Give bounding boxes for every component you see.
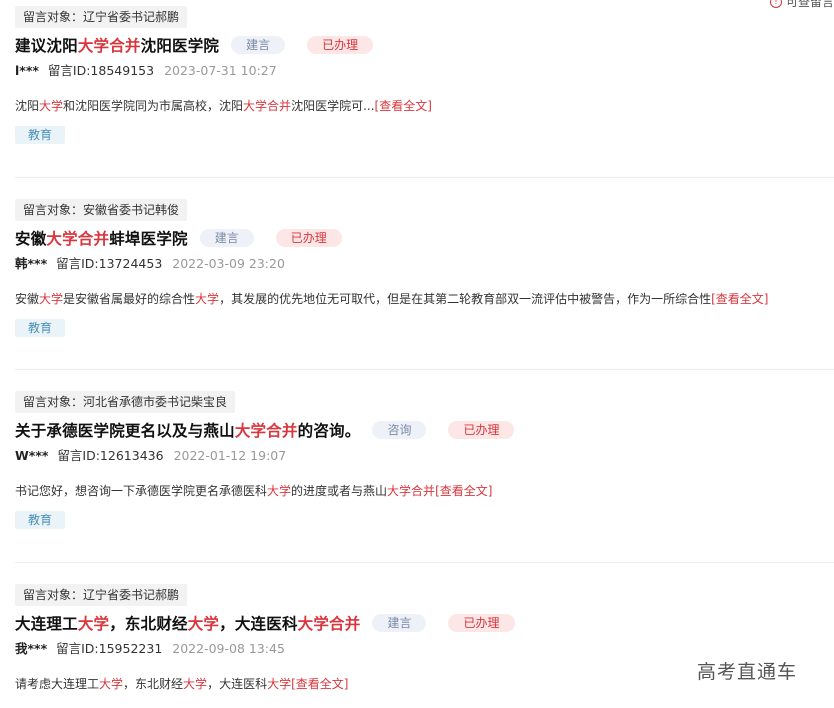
type-badge: 建言 [231,36,286,54]
divider [15,562,834,563]
author: W*** [15,448,49,463]
message-card[interactable]: 留言对象：安徽省委书记韩俊 安徽大学合并蚌埠医学院 建言 已办理 韩*** 留言I… [15,199,834,337]
message-summary: 安徽大学是安徽省属最好的综合性大学，其发展的优先地位无可取代，但是在其第二轮教育… [15,292,769,306]
message-summary: 沈阳大学和沈阳医学院同为市属高校，沈阳大学合并沈阳医学院可...[查看全文] [15,99,432,113]
divider [15,177,834,178]
message-target: 留言对象：辽宁省委书记郝鹏 [15,6,188,28]
category-tag[interactable]: 教育 [15,511,66,529]
author: 我*** [15,641,48,656]
category-tag[interactable]: 教育 [15,126,66,144]
message-id: 留言ID:13724453 [56,256,163,271]
view-full-link[interactable]: [查看全文] [435,484,492,498]
message-summary: 书记您好，想咨询一下承德医学院更名承德医科大学的进度或者与燕山大学合并[查看全文… [15,484,493,498]
view-full-link[interactable]: [查看全文] [375,99,432,113]
message-id: 留言ID:15952231 [56,641,163,656]
message-target: 留言对象：辽宁省委书记郝鹏 [15,584,188,606]
type-badge: 建言 [199,229,254,247]
status-badge: 已办理 [448,614,515,632]
divider [15,369,834,370]
message-target: 留言对象：安徽省委书记韩俊 [15,199,188,221]
message-target: 留言对象：河北省承德市委书记柴宝良 [15,391,236,413]
message-date: 2022-03-09 23:20 [172,256,285,271]
message-date: 2023-07-31 10:27 [164,63,277,78]
message-title[interactable]: 建议沈阳大学合并沈阳医学院 [15,34,219,56]
status-badge: 已办理 [448,421,515,439]
message-card[interactable]: 留言对象：辽宁省委书记郝鹏 建议沈阳大学合并沈阳医学院 建言 已办理 l*** 留… [15,6,834,144]
status-badge: 已办理 [275,229,342,247]
status-badge: 已办理 [307,36,374,54]
message-meta: W*** 留言ID:12613436 2022-01-12 19:07 [15,447,834,465]
author: l*** [15,63,39,78]
view-full-link[interactable]: [查看全文] [291,677,348,691]
message-date: 2022-01-12 19:07 [173,448,287,463]
message-title[interactable]: 关于承德医学院更名以及与燕山大学合并的咨询。 [15,419,360,441]
message-id: 留言ID:12613436 [57,448,164,463]
message-card[interactable]: 留言对象：河北省承德市委书记柴宝良 关于承德医学院更名以及与燕山大学合并的咨询。… [15,391,834,529]
watermark: 高考直通车 [697,661,798,683]
view-full-link[interactable]: [查看全文] [711,292,768,306]
message-date: 2022-09-08 13:45 [172,641,285,656]
message-title[interactable]: 大连理工大学，东北财经大学，大连医科大学合并 [15,612,360,634]
message-title[interactable]: 安徽大学合并蚌埠医学院 [15,227,188,249]
message-meta: 韩*** 留言ID:13724453 2022-03-09 23:20 [15,255,834,273]
message-meta: 我*** 留言ID:15952231 2022-09-08 13:45 [15,640,834,658]
type-badge: 咨询 [372,421,427,439]
category-tag[interactable]: 教育 [15,319,66,337]
message-id: 留言ID:18549153 [47,63,155,78]
author: 韩*** [15,256,48,271]
message-meta: l*** 留言ID:18549153 2023-07-31 10:27 [15,62,834,80]
type-badge: 建言 [372,614,427,632]
